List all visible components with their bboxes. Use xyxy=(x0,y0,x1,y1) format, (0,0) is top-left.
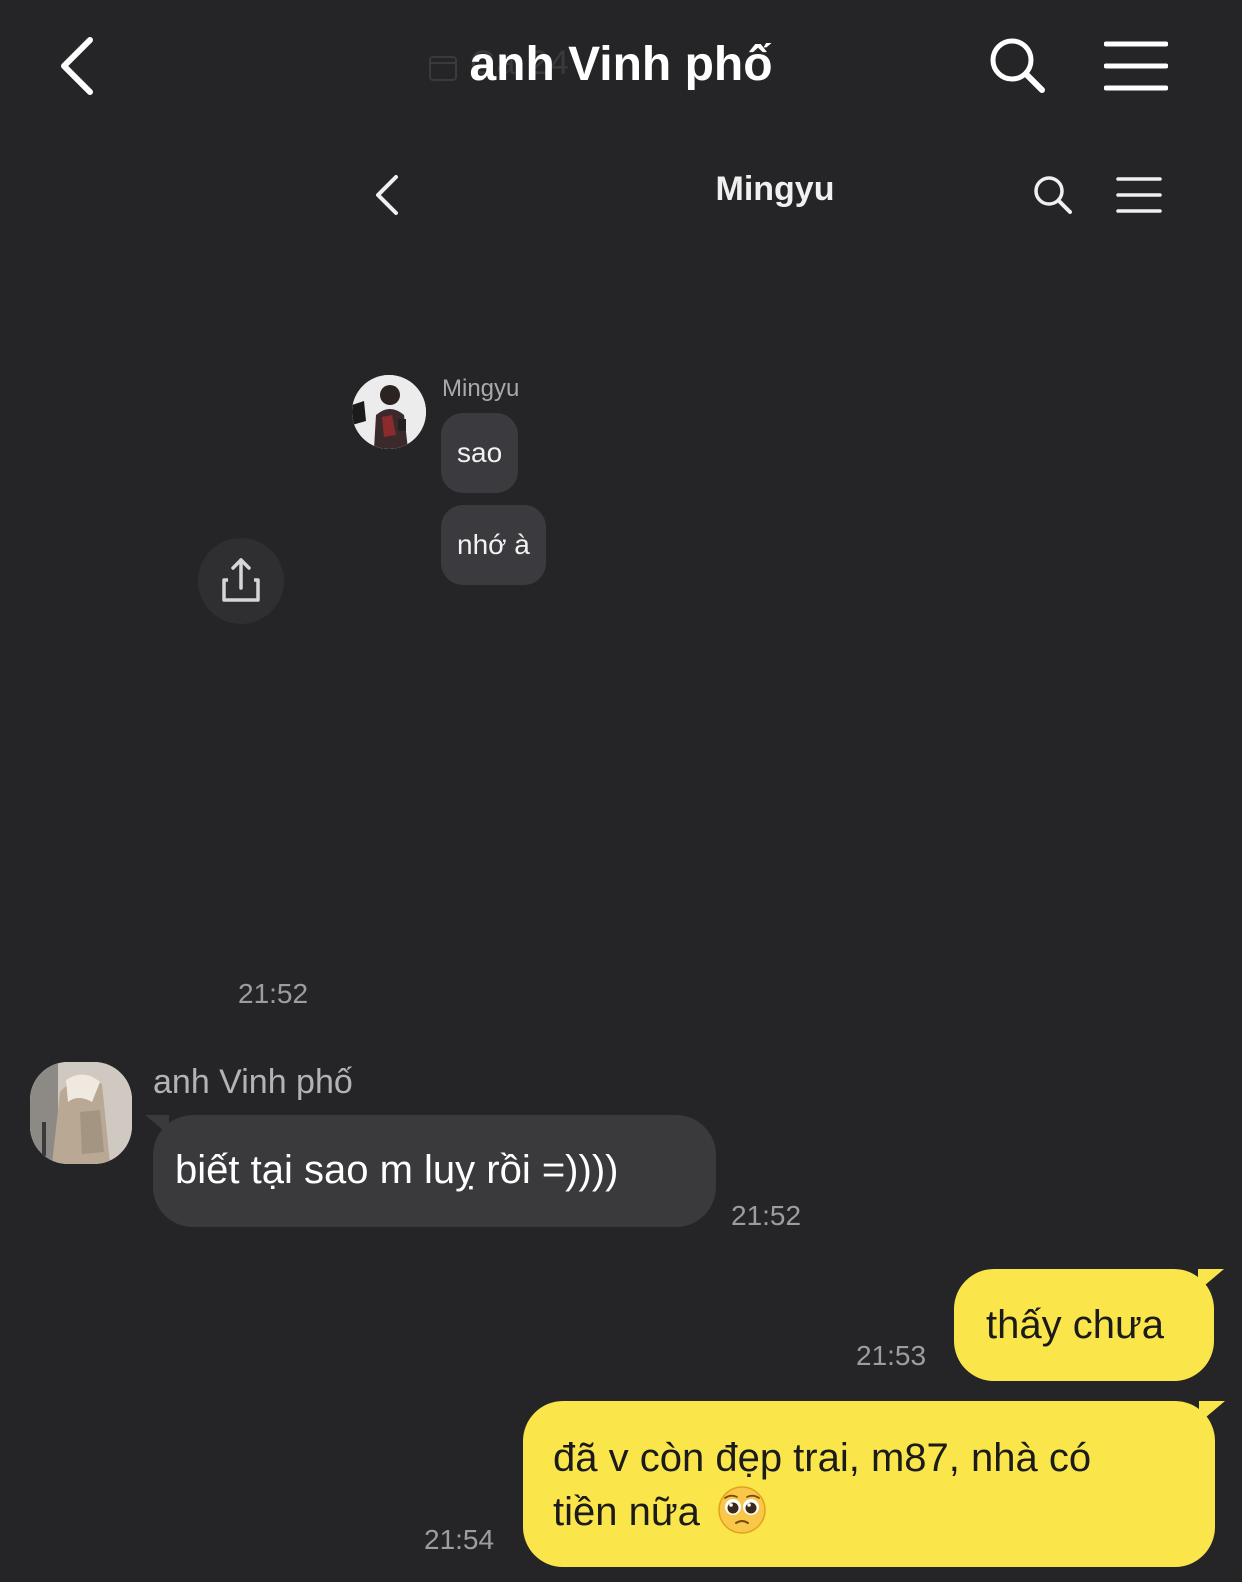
outgoing-message-text: thấy chưa xyxy=(986,1303,1164,1347)
inner-message-bubble[interactable]: sao xyxy=(441,413,519,493)
inner-chat-title: Mingyu xyxy=(715,170,835,208)
outgoing-message-time: 21:53 xyxy=(856,1340,927,1371)
incoming-message-bubble[interactable]: biết tại sao m luỵ rồi =)))) xyxy=(145,1115,716,1227)
inner-back-icon[interactable] xyxy=(372,174,402,216)
inner-message-bubble[interactable]: nhớ à xyxy=(441,505,546,585)
outgoing-message-text-line: tiền nữa xyxy=(553,1485,1215,1539)
pleading-face-emoji-icon xyxy=(718,1486,766,1534)
inner-sender-name: Mingyu xyxy=(442,375,520,402)
top-bar: Ca 24 anh Vinh phố xyxy=(0,0,1242,130)
menu-icon[interactable] xyxy=(1104,40,1168,92)
person-photo-icon xyxy=(352,375,426,449)
incoming-message-text: biết tại sao m luỵ rồi =)))) xyxy=(175,1148,619,1192)
sender-avatar[interactable] xyxy=(30,1062,132,1164)
search-icon[interactable] xyxy=(988,36,1048,96)
outgoing-message-text: tiền nữa xyxy=(553,1490,700,1534)
inner-avatar[interactable] xyxy=(352,375,426,449)
inner-search-icon[interactable] xyxy=(1032,174,1074,216)
incoming-message-time: 21:52 xyxy=(731,1200,802,1231)
inner-message-text: sao xyxy=(457,437,503,468)
inner-message-text: nhớ à xyxy=(457,529,530,560)
outgoing-message-text-line: đã v còn đẹp trai, m87, nhà có xyxy=(553,1436,1092,1480)
outgoing-message-bubble[interactable]: thấy chưa xyxy=(954,1269,1224,1381)
inner-menu-icon[interactable] xyxy=(1116,176,1162,214)
share-icon xyxy=(222,558,260,602)
outgoing-message-bubble[interactable]: đã v còn đẹp trai, m87, nhà có tiền nữa xyxy=(523,1401,1225,1567)
inner-message-time: 21:52 xyxy=(238,978,309,1009)
outgoing-message-time: 21:54 xyxy=(424,1524,495,1555)
person-photo-icon xyxy=(30,1062,132,1164)
chat-title: anh Vinh phố xyxy=(469,38,773,91)
share-button[interactable] xyxy=(198,538,284,624)
sender-name: anh Vinh phố xyxy=(153,1063,353,1101)
